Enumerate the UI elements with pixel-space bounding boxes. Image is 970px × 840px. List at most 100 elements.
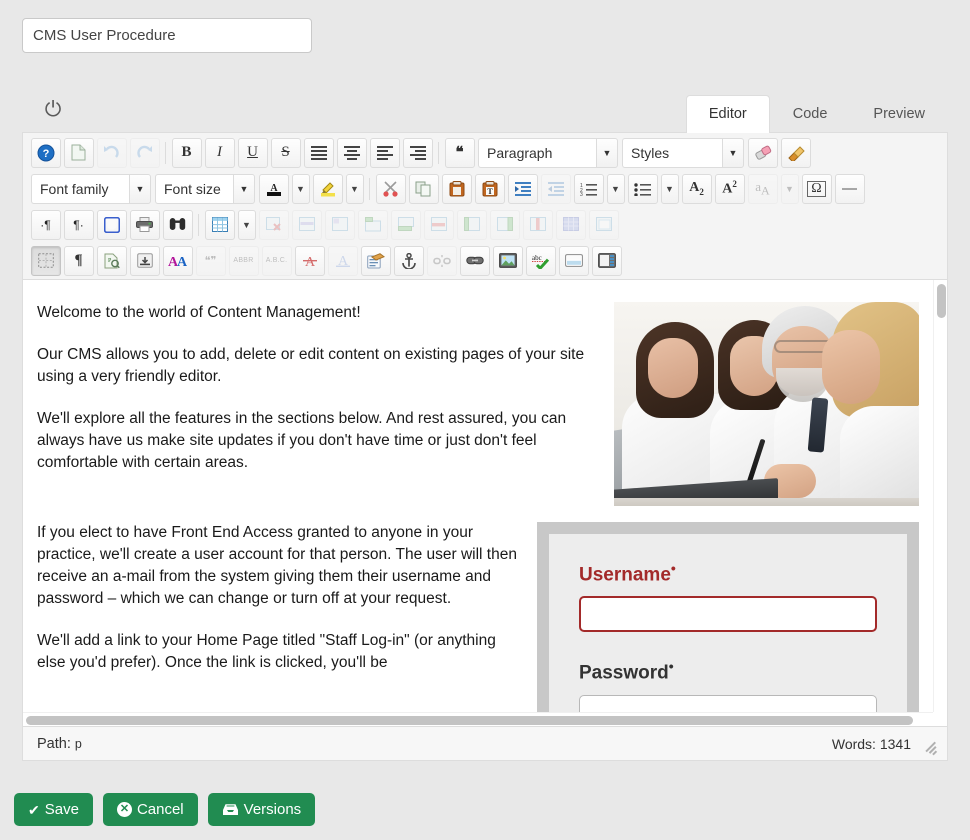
copy-icon[interactable] bbox=[408, 173, 439, 204]
styles-select[interactable]: Styles ▼ bbox=[622, 137, 744, 168]
power-icon[interactable]: ⏻ bbox=[40, 96, 66, 122]
insert-template-icon[interactable] bbox=[360, 245, 391, 276]
versions-button[interactable]: Versions bbox=[207, 793, 316, 826]
svg-text:A: A bbox=[304, 255, 315, 268]
tab-preview[interactable]: Preview bbox=[850, 95, 948, 134]
visual-blocks-icon[interactable] bbox=[30, 245, 61, 276]
page-properties-icon[interactable]: P bbox=[96, 245, 127, 276]
insert-sidebar-layout-icon[interactable] bbox=[591, 245, 622, 276]
indent-icon[interactable] bbox=[507, 173, 538, 204]
table-row-properties-icon[interactable] bbox=[291, 209, 322, 240]
font-family-select[interactable]: Font family ▼ bbox=[31, 173, 151, 204]
spellcheck-icon[interactable]: abc bbox=[525, 245, 556, 276]
outdent-icon[interactable] bbox=[540, 173, 571, 204]
strikethrough-icon[interactable]: S bbox=[270, 137, 301, 168]
editor-document-body[interactable]: Welcome to the world of Content Manageme… bbox=[23, 280, 933, 712]
paste-as-text-icon[interactable]: T bbox=[474, 173, 505, 204]
delete-table-icon[interactable] bbox=[258, 209, 289, 240]
align-right-icon[interactable] bbox=[402, 137, 433, 168]
background-color-chevron-down-icon[interactable]: ▼ bbox=[345, 173, 364, 204]
underline-icon[interactable]: U bbox=[237, 137, 268, 168]
insert-table-chevron-down-icon[interactable]: ▼ bbox=[237, 209, 256, 240]
subscript-icon[interactable]: A2 bbox=[681, 173, 712, 204]
find-replace-text-icon[interactable]: aA bbox=[747, 173, 778, 204]
numbered-list-chevron-down-icon[interactable]: ▼ bbox=[606, 173, 625, 204]
username-label: Username• bbox=[579, 560, 877, 586]
content-horizontal-scrollbar[interactable] bbox=[23, 712, 933, 726]
merge-cells-icon[interactable] bbox=[588, 209, 619, 240]
cut-icon[interactable] bbox=[375, 173, 406, 204]
chevron-down-icon[interactable]: ▼ bbox=[722, 137, 744, 168]
numbered-list-icon[interactable]: 123 bbox=[573, 173, 604, 204]
delete-column-icon[interactable] bbox=[522, 209, 553, 240]
blockquote-cite-icon[interactable]: ❝❞ bbox=[195, 245, 226, 276]
font-size-select[interactable]: Font size ▼ bbox=[155, 173, 255, 204]
bold-icon[interactable]: B bbox=[171, 137, 202, 168]
cancel-button[interactable]: ✕ Cancel bbox=[102, 793, 198, 826]
insert-column-after-icon[interactable] bbox=[489, 209, 520, 240]
help-icon[interactable]: ? bbox=[30, 137, 61, 168]
find-replace-chevron-down-icon[interactable]: ▼ bbox=[780, 173, 799, 204]
insert-image-icon[interactable] bbox=[492, 245, 523, 276]
bulleted-list-chevron-down-icon[interactable]: ▼ bbox=[660, 173, 679, 204]
background-color-icon[interactable] bbox=[312, 173, 343, 204]
format-select[interactable]: Paragraph ▼ bbox=[478, 137, 618, 168]
chevron-down-icon[interactable]: ▼ bbox=[129, 173, 151, 204]
horizontal-rule-icon[interactable]: — bbox=[834, 173, 865, 204]
rtl-direction-icon[interactable]: ¶· bbox=[63, 209, 94, 240]
vertical-scrollbar-thumb[interactable] bbox=[937, 284, 946, 318]
remove-format-icon[interactable] bbox=[747, 137, 778, 168]
insert-column-before-icon[interactable] bbox=[456, 209, 487, 240]
acronym-icon[interactable]: A.B.C. bbox=[261, 245, 292, 276]
insert-row-before-icon[interactable] bbox=[357, 209, 388, 240]
align-justify-icon[interactable] bbox=[303, 137, 334, 168]
align-left-icon[interactable] bbox=[369, 137, 400, 168]
editor-content-area[interactable]: Welcome to the world of Content Manageme… bbox=[22, 279, 948, 727]
fullscreen-icon[interactable] bbox=[96, 209, 127, 240]
format-painter-icon[interactable] bbox=[780, 137, 811, 168]
save-button[interactable]: ✔ Save bbox=[14, 793, 93, 826]
undo-icon[interactable] bbox=[96, 137, 127, 168]
superscript-icon[interactable]: A2 bbox=[714, 173, 745, 204]
text-color-icon[interactable]: A bbox=[258, 173, 289, 204]
align-center-icon[interactable] bbox=[336, 137, 367, 168]
special-character-icon[interactable]: Ω bbox=[801, 173, 832, 204]
split-merged-cells-icon[interactable] bbox=[555, 209, 586, 240]
insert-link-icon[interactable] bbox=[459, 245, 490, 276]
toolbar-separator bbox=[369, 177, 370, 200]
table-cell-properties-icon[interactable] bbox=[324, 209, 355, 240]
search-icon[interactable] bbox=[162, 209, 193, 240]
insert-row-after-icon[interactable] bbox=[390, 209, 421, 240]
insert-horizontal-layout-icon[interactable] bbox=[558, 245, 589, 276]
chevron-down-icon[interactable]: ▼ bbox=[233, 173, 255, 204]
horizontal-scrollbar-thumb[interactable] bbox=[26, 716, 913, 725]
tab-code[interactable]: Code bbox=[770, 95, 851, 134]
new-document-icon[interactable] bbox=[63, 137, 94, 168]
redo-icon[interactable] bbox=[129, 137, 160, 168]
resize-grip-icon[interactable] bbox=[921, 736, 937, 756]
content-vertical-scrollbar[interactable] bbox=[933, 280, 947, 712]
tab-editor[interactable]: Editor bbox=[685, 94, 770, 133]
blockquote-icon[interactable]: ❝ bbox=[444, 137, 475, 168]
page-break-icon[interactable] bbox=[129, 245, 160, 276]
abbreviation-icon[interactable]: ABBR bbox=[228, 245, 259, 276]
ltr-direction-icon[interactable]: ·¶ bbox=[30, 209, 61, 240]
bulleted-list-icon[interactable] bbox=[627, 173, 658, 204]
print-icon[interactable] bbox=[129, 209, 160, 240]
inserted-text-icon[interactable]: A bbox=[327, 245, 358, 276]
text-case-icon[interactable]: A A bbox=[162, 245, 193, 276]
chevron-down-icon[interactable]: ▼ bbox=[596, 137, 618, 168]
insert-table-icon[interactable] bbox=[204, 209, 235, 240]
text-color-chevron-down-icon[interactable]: ▼ bbox=[291, 173, 310, 204]
unlink-icon[interactable] bbox=[426, 245, 457, 276]
italic-icon[interactable]: I bbox=[204, 137, 235, 168]
path-value[interactable]: p bbox=[75, 737, 82, 751]
action-button-bar: ✔ Save ✕ Cancel Versions bbox=[14, 793, 316, 826]
delete-row-icon[interactable] bbox=[423, 209, 454, 240]
anchor-icon[interactable] bbox=[393, 245, 424, 276]
page-title-input[interactable] bbox=[22, 18, 312, 53]
visual-characters-icon[interactable]: ¶ bbox=[63, 245, 94, 276]
deleted-text-icon[interactable]: A bbox=[294, 245, 325, 276]
paste-icon[interactable] bbox=[441, 173, 472, 204]
font-family-value: Font family bbox=[31, 173, 129, 204]
